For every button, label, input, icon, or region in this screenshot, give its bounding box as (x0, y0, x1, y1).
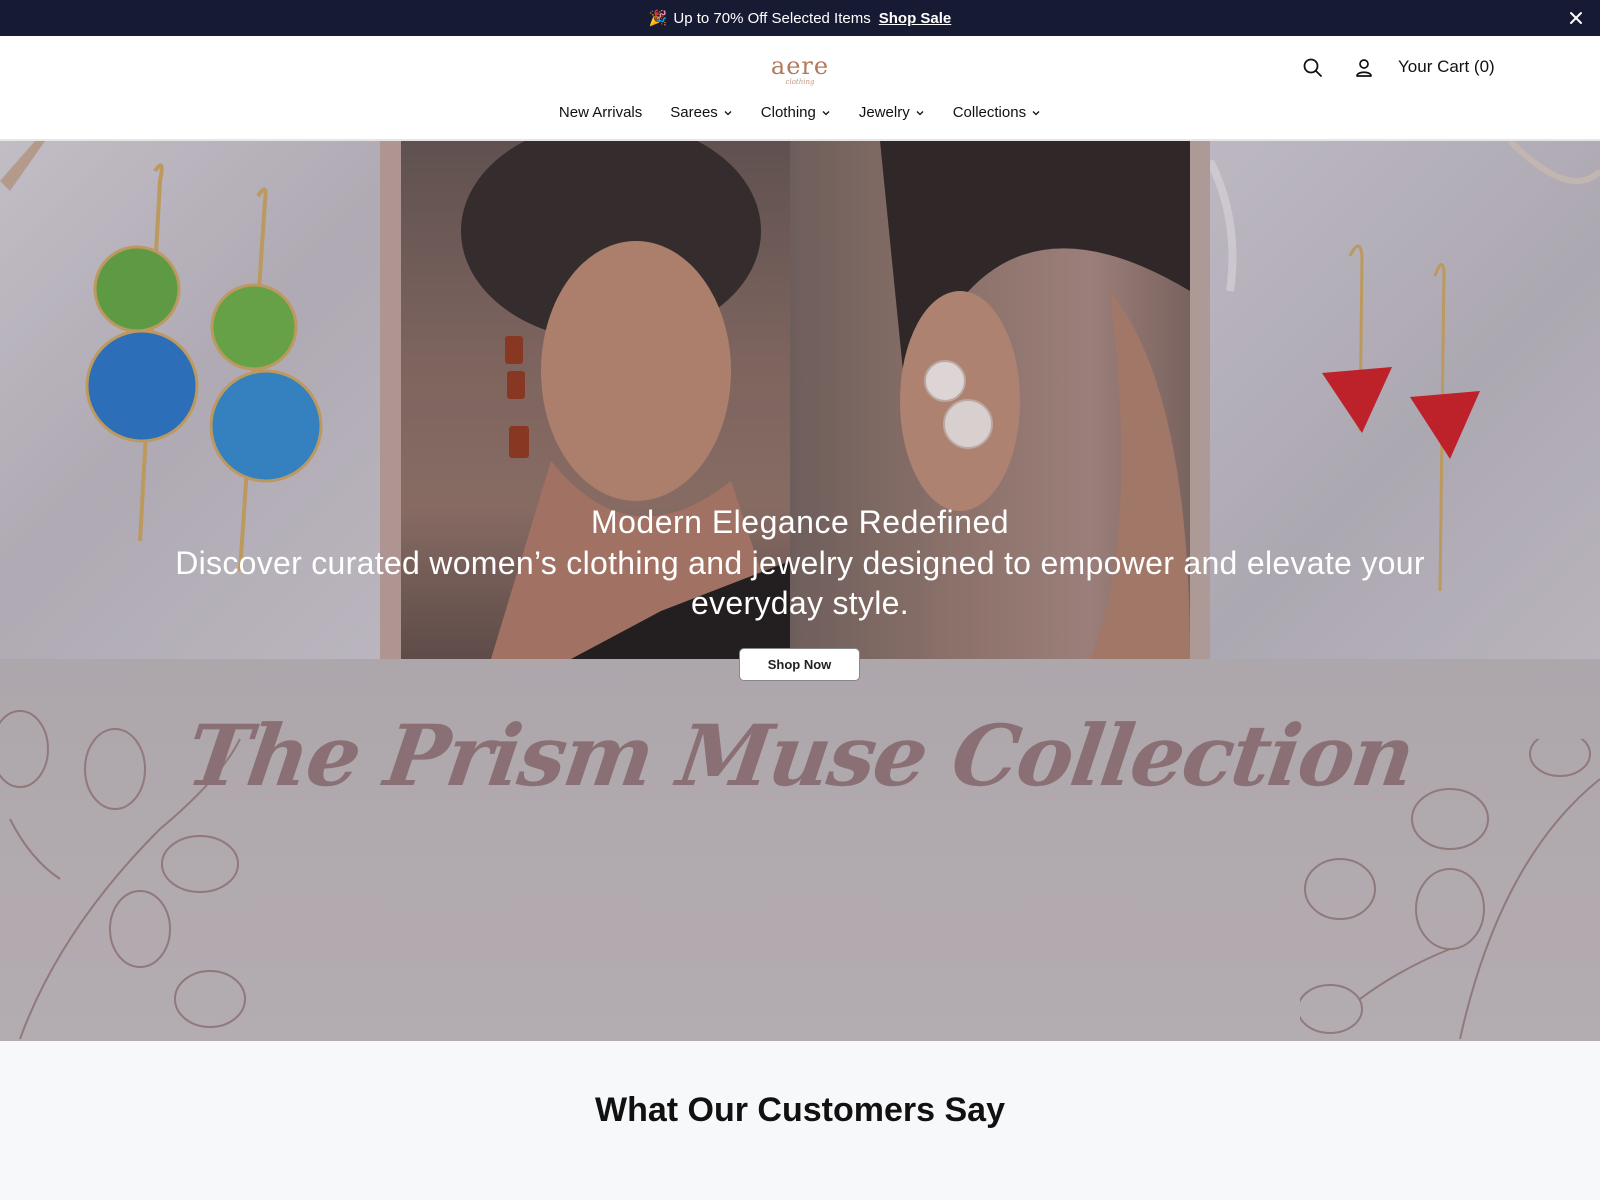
nav-item-label: Collections (952, 104, 1027, 121)
hero-banner: Modern Elegance Redefined Discover curat… (0, 141, 1600, 1041)
nav-item-label: New Arrivals (558, 104, 643, 121)
site-header: aere clothing Your Cart (0) New Arrivals… (0, 36, 1600, 141)
collection-title: The Prism Muse Collection (180, 706, 1420, 805)
nav-item-new-arrivals[interactable]: New Arrivals (559, 104, 642, 121)
nav-item-collections[interactable]: Collections (953, 104, 1041, 121)
nav-item-label: Clothing (760, 104, 816, 121)
cart-link[interactable]: Your Cart (0) (1398, 57, 1495, 77)
nav-item-clothing[interactable]: Clothing (761, 104, 831, 121)
logo-text: aere (770, 52, 830, 80)
chevron-down-icon (724, 110, 732, 115)
party-icon: 🎉 (648, 10, 668, 27)
testimonials-heading: What Our Customers Say (595, 1091, 1005, 1129)
shop-sale-link[interactable]: Shop Sale (879, 10, 952, 27)
main-nav: New Arrivals Sarees Clothing Jewelry Col… (0, 104, 1600, 121)
nav-item-label: Sarees (670, 104, 718, 121)
shop-now-button[interactable]: Shop Now (739, 648, 860, 681)
search-icon[interactable] (1301, 56, 1325, 80)
nav-item-label: Jewelry (858, 104, 910, 121)
announcement-bar: 🎉 Up to 70% Off Selected Items Shop Sale (0, 0, 1600, 36)
hero-subtitle: Discover curated women’s clothing and je… (175, 545, 1425, 621)
announcement-text: Up to 70% Off Selected Items (673, 9, 871, 27)
nav-item-sarees[interactable]: Sarees (670, 104, 733, 121)
logo[interactable]: aere clothing (760, 54, 840, 88)
hero-title: Modern Elegance Redefined (590, 504, 1010, 540)
close-icon[interactable] (1566, 8, 1586, 28)
testimonials-section: What Our Customers Say (0, 1041, 1600, 1200)
account-icon[interactable] (1352, 56, 1376, 80)
nav-item-jewelry[interactable]: Jewelry (859, 104, 925, 121)
chevron-down-icon (916, 110, 924, 115)
chevron-down-icon (822, 110, 830, 115)
chevron-down-icon (1032, 110, 1040, 115)
